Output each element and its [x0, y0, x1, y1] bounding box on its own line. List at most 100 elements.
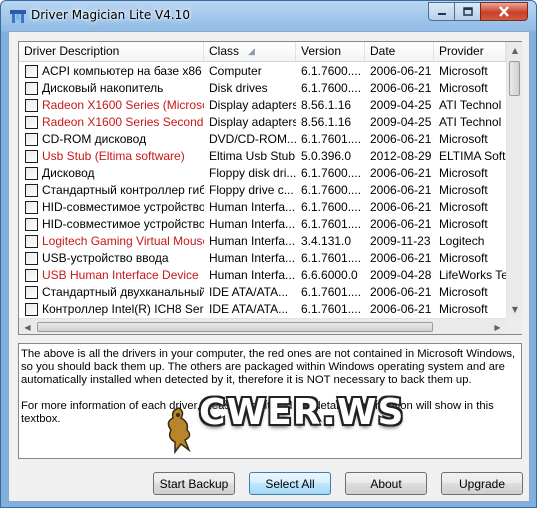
driver-cell-class: Display adapters: [209, 98, 296, 112]
driver-row[interactable]: Radeon X1600 Series (Microsoft... Display…: [19, 97, 506, 114]
column-header-version[interactable]: Version: [296, 42, 365, 61]
driver-cell-class: Disk drives: [209, 81, 268, 95]
column-header-description[interactable]: Driver Description: [19, 42, 204, 61]
scroll-right-icon[interactable]: ▶: [489, 319, 506, 335]
driver-cell-version: 6.6.6000.0: [301, 268, 358, 282]
driver-cell-date: 2006-06-21: [370, 81, 432, 95]
driver-row[interactable]: Logitech Gaming Virtual Mouse Human Inter…: [19, 233, 506, 250]
driver-cell-desc: USB-устройство ввода: [19, 250, 204, 267]
driver-row[interactable]: CD-ROM дисковод DVD/CD-ROM... 6.1.7601....…: [19, 131, 506, 148]
scroll-down-icon[interactable]: ▼: [507, 301, 523, 318]
column-header-class[interactable]: Class ◢: [204, 42, 296, 61]
driver-checkbox[interactable]: [25, 65, 38, 78]
driver-checkbox[interactable]: [25, 99, 38, 112]
column-header-date[interactable]: Date: [365, 42, 434, 61]
vertical-scrollbar[interactable]: ▲ ▼: [506, 42, 522, 318]
maximize-button[interactable]: [454, 2, 481, 21]
column-header-provider[interactable]: Provider: [434, 42, 506, 61]
driver-row[interactable]: Дисковый накопитель Disk drives 6.1.7600..…: [19, 80, 506, 97]
minimize-button[interactable]: [428, 2, 455, 21]
driver-checkbox[interactable]: [25, 133, 38, 146]
driver-row[interactable]: USB Human Interface Device Human Interfa.…: [19, 267, 506, 284]
driver-row[interactable]: Дисковод Floppy disk dri... 6.1.7600.... 20…: [19, 165, 506, 182]
horizontal-scroll-thumb[interactable]: [37, 322, 433, 332]
driver-checkbox[interactable]: [25, 303, 38, 316]
driver-checkbox[interactable]: [25, 82, 38, 95]
driver-cell-provider: ATI Technol: [439, 98, 502, 112]
start-backup-button[interactable]: Start Backup: [153, 472, 235, 495]
driver-list-body: ACPI компьютер на базе x86 Computer 6.1.76…: [19, 63, 506, 318]
driver-cell-date: 2006-06-21: [370, 166, 432, 180]
driver-cell-provider: LifeWorks Te: [439, 268, 506, 282]
driver-cell-desc: HID-совместимое устройство: [19, 199, 204, 216]
driver-checkbox[interactable]: [25, 235, 38, 248]
about-button[interactable]: About: [345, 472, 427, 495]
driver-cell-version: 6.1.7601....: [301, 251, 362, 265]
driver-row[interactable]: Контроллер Intel(R) ICH8 Serial... IDE AT…: [19, 301, 506, 318]
driver-description-label: HID-совместимое устройство: [42, 200, 204, 214]
minimize-icon: [437, 12, 446, 15]
driver-checkbox[interactable]: [25, 218, 38, 231]
title-bar[interactable]: Driver Magician Lite V4.10: [1, 1, 536, 31]
driver-cell-version: 6.1.7600....: [301, 166, 362, 180]
driver-cell-desc: Usb Stub (Eltima software): [19, 148, 204, 165]
driver-row[interactable]: ACPI компьютер на базе x86 Computer 6.1.76…: [19, 63, 506, 80]
driver-checkbox[interactable]: [25, 150, 38, 163]
vertical-scroll-thumb[interactable]: [509, 61, 520, 96]
driver-row[interactable]: Radeon X1600 Series Secondar... Display a…: [19, 114, 506, 131]
driver-cell-desc: Стандартный контроллер гиб...: [19, 182, 204, 199]
driver-cell-provider: Microsoft: [439, 132, 488, 146]
driver-cell-desc: Radeon X1600 Series (Microsoft...: [19, 97, 204, 114]
driver-checkbox[interactable]: [25, 201, 38, 214]
driver-list[interactable]: Driver Description Class ◢ Version Date P…: [18, 41, 522, 335]
driver-row[interactable]: Стандартный двухканальный ... IDE ATA/ATA…: [19, 284, 506, 301]
watermark-text: CWER.WS: [199, 392, 405, 433]
driver-row[interactable]: USB-устройство ввода Human Interfa... 6.1.…: [19, 250, 506, 267]
driver-row[interactable]: Usb Stub (Eltima software) Eltima Usb Stu…: [19, 148, 506, 165]
driver-cell-class: Human Interfa...: [209, 217, 296, 231]
driver-cell-provider: Microsoft: [439, 285, 488, 299]
driver-cell-provider: Microsoft: [439, 200, 488, 214]
driver-row[interactable]: HID-совместимое устройство Human Interfa.…: [19, 199, 506, 216]
driver-cell-date: 2006-06-21: [370, 132, 432, 146]
driver-row[interactable]: Стандартный контроллер гиб... Floppy driv…: [19, 182, 506, 199]
driver-checkbox[interactable]: [25, 116, 38, 129]
driver-cell-class: Human Interfa...: [209, 200, 296, 214]
driver-cell-class: Human Interfa...: [209, 234, 296, 248]
driver-cell-class: Floppy drive c...: [209, 183, 294, 197]
driver-checkbox[interactable]: [25, 286, 38, 299]
scroll-left-icon[interactable]: ◀: [19, 319, 36, 335]
driver-checkbox[interactable]: [25, 252, 38, 265]
driver-cell-provider: Logitech: [439, 234, 485, 248]
driver-cell-provider: Microsoft: [439, 81, 488, 95]
driver-cell-desc: USB Human Interface Device: [19, 267, 204, 284]
close-button[interactable]: [480, 2, 528, 21]
driver-cell-desc: HID-совместимое устройство: [19, 216, 204, 233]
driver-checkbox[interactable]: [25, 167, 38, 180]
driver-description-label: Дисковый накопитель: [42, 81, 164, 95]
info-textbox[interactable]: The above is all the drivers in your com…: [18, 343, 522, 459]
driver-cell-provider: Microsoft: [439, 183, 488, 197]
driver-cell-date: 2012-08-29: [370, 149, 432, 163]
driver-description-label: USB Human Interface Device: [42, 268, 199, 282]
driver-cell-version: 8.56.1.16: [301, 98, 352, 112]
driver-checkbox[interactable]: [25, 184, 38, 197]
upgrade-button[interactable]: Upgrade: [441, 472, 523, 495]
driver-cell-provider: Microsoft: [439, 251, 488, 265]
select-all-button[interactable]: Select All: [249, 472, 331, 495]
driver-cell-class: Eltima Usb Stub: [209, 149, 296, 163]
horizontal-scrollbar[interactable]: ◀ ▶: [19, 318, 506, 334]
driver-cell-class: IDE ATA/ATA...: [209, 302, 289, 316]
info-paragraph-1: The above is all the drivers in your com…: [21, 348, 516, 386]
driver-cell-provider: Microsoft: [439, 217, 488, 231]
driver-checkbox[interactable]: [25, 269, 38, 282]
driver-row[interactable]: HID-совместимое устройство Human Interfa.…: [19, 216, 506, 233]
driver-cell-provider: Microsoft: [439, 64, 488, 78]
driver-cell-date: 2006-06-21: [370, 302, 432, 316]
driver-description-label: Стандартный двухканальный ...: [42, 285, 204, 299]
watermark-figure-icon: [167, 407, 191, 454]
scroll-corner: [506, 318, 522, 334]
scroll-up-icon[interactable]: ▲: [507, 42, 523, 59]
driver-cell-date: 2006-06-21: [370, 200, 432, 214]
driver-cell-version: 6.1.7600....: [301, 200, 362, 214]
